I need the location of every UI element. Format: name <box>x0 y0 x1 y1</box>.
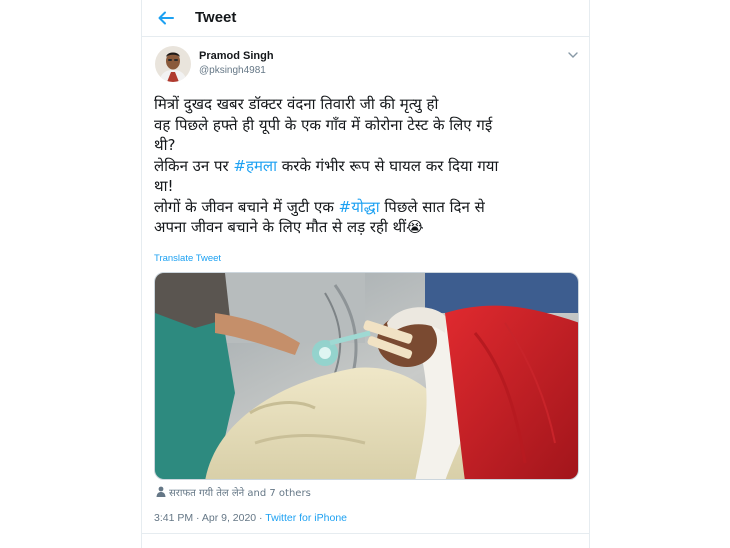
tweet-text: मित्रों दुखद खबर डॉक्टर वंदना तिवारी जी … <box>154 94 584 238</box>
tweet-text-segment: करके गंभीर रूप से घायल कर दिया गया <box>276 156 499 175</box>
tweet-source-link[interactable]: Twitter for iPhone <box>265 512 347 524</box>
tweet-line: थी? <box>154 136 176 154</box>
hashtag-link[interactable]: #हमला <box>233 157 277 175</box>
tweet-line: मित्रों दुखद खबर डॉक्टर वंदना तिवारी जी … <box>154 95 439 113</box>
author-name[interactable]: Pramod Singh <box>199 50 274 62</box>
arrow-left-icon[interactable] <box>156 8 176 28</box>
tweet-timestamp[interactable]: 3:41 PM · Apr 9, 2020 · <box>154 512 265 524</box>
top-bar: Tweet <box>142 0 589 37</box>
divider <box>142 533 589 534</box>
tagged-name: सराफत गयी तेल लेने <box>169 488 245 499</box>
avatar[interactable] <box>155 46 191 82</box>
tweet-text-segment: लोगों के जीवन बचाने में जुटी एक <box>154 197 339 216</box>
tweet-line: लोगों के जीवन बचाने में जुटी एक #योद्धा … <box>154 197 584 218</box>
tweet-meta: 3:41 PM · Apr 9, 2020 · Twitter for iPho… <box>154 512 347 524</box>
chevron-down-icon[interactable] <box>567 50 579 60</box>
page-title: Tweet <box>195 9 237 26</box>
tweet-line: था! <box>154 177 174 195</box>
tweet-text-segment: पिछले सात दिन से <box>379 197 485 216</box>
tweet-media-photo[interactable] <box>154 272 579 480</box>
hashtag-link[interactable]: #योद्धा <box>339 198 380 216</box>
tweet-text-segment: लेकिन उन पर <box>154 156 234 175</box>
tweet-line: अपना जीवन बचाने के लिए मौत से लड़ रही थी… <box>154 218 424 236</box>
tweet-line: वह पिछले हफ्ते ही यूपी के एक गाँव में को… <box>154 115 493 134</box>
tagged-others: and 7 others <box>244 488 311 499</box>
author-handle[interactable]: @pksingh4981 <box>199 65 266 76</box>
tweet-detail-panel: Tweet Pramod Singh @pksingh4981 मित्रों … <box>141 0 590 548</box>
tagged-people-link[interactable]: सराफत गयी तेल लेने and 7 others <box>156 485 311 499</box>
translate-tweet-link[interactable]: Translate Tweet <box>154 253 221 264</box>
person-icon <box>156 486 166 497</box>
tweet-line: लेकिन उन पर #हमला करके गंभीर रूप से घायल… <box>154 156 584 177</box>
